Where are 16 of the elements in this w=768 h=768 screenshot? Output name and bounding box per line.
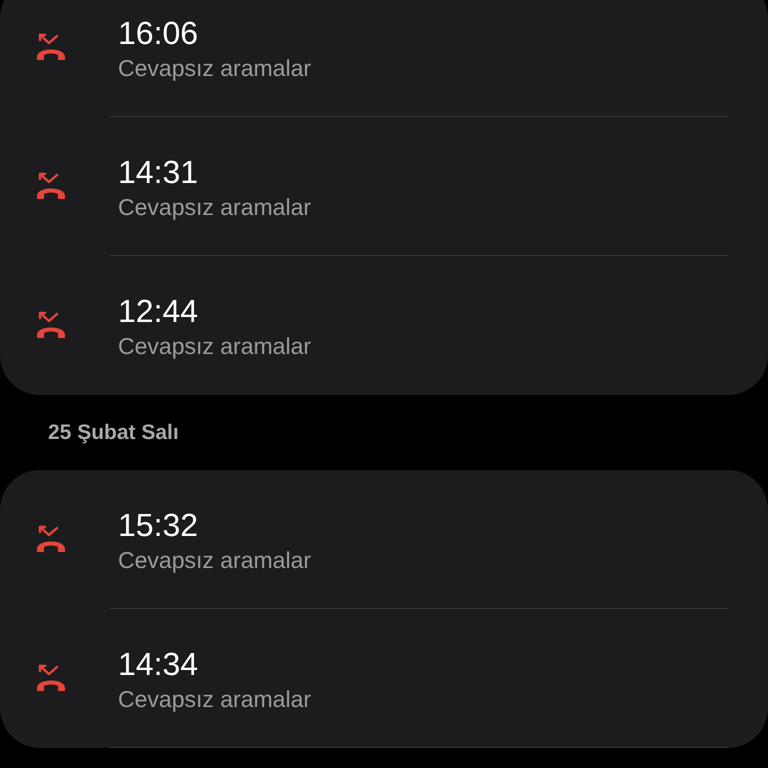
call-status: Cevapsız aramalar — [118, 54, 312, 82]
call-status: Cevapsız aramalar — [118, 684, 312, 714]
call-time: 14:31 — [118, 152, 200, 192]
call-time: 14:34 — [118, 644, 200, 684]
call-time: 15:32 — [118, 506, 200, 544]
missed-call-icon — [35, 524, 67, 554]
call-status: Cevapsız aramalar — [118, 332, 312, 360]
call-status: Cevapsız aramalar — [118, 546, 312, 574]
date-header: 25 Şubat Salı — [48, 420, 179, 446]
missed-call-icon — [35, 32, 67, 62]
missed-call-icon — [35, 664, 67, 694]
missed-call-icon — [35, 172, 67, 202]
call-time: 12:44 — [118, 292, 200, 330]
call-time: 16:06 — [118, 14, 200, 52]
missed-call-icon — [35, 310, 67, 340]
call-status: Cevapsız aramalar — [118, 192, 312, 222]
